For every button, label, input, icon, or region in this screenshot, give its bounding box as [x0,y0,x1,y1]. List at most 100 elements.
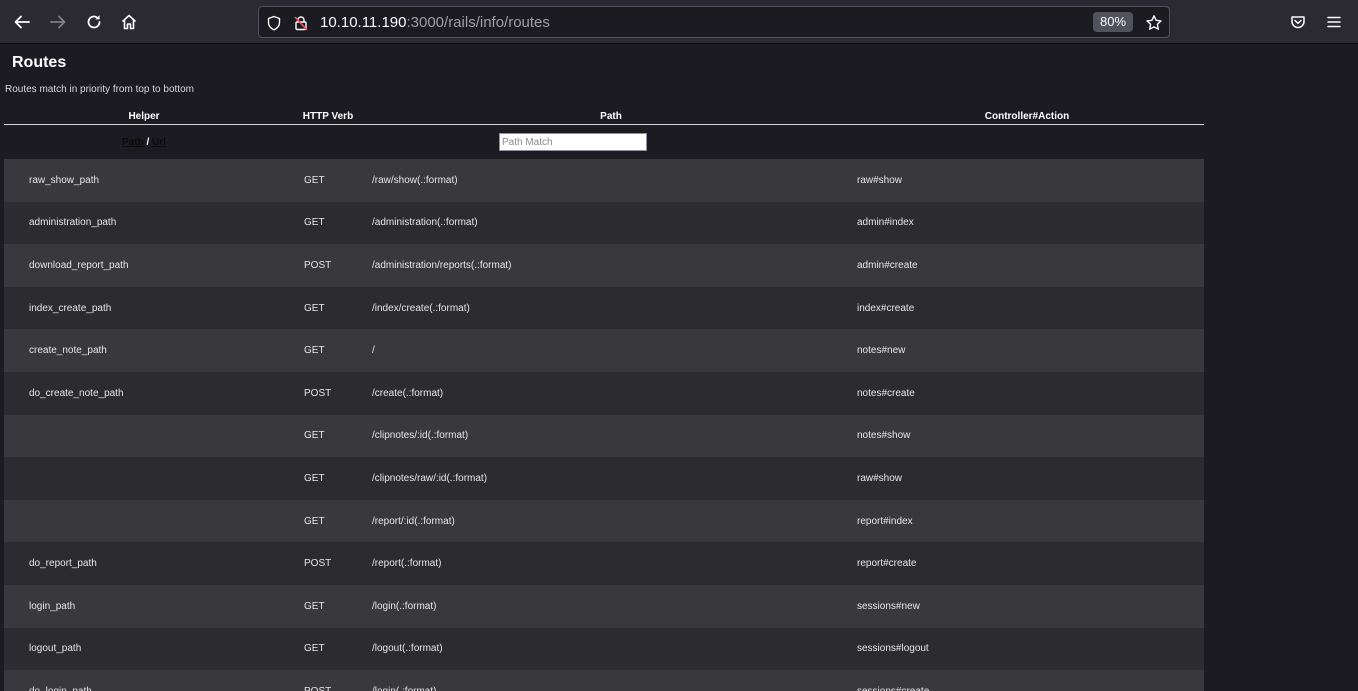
site-security-button[interactable] [292,14,310,32]
header-helper: Helper [4,108,284,125]
header-path: Path [372,108,850,125]
forward-arrow-icon [50,15,66,29]
url-text[interactable]: 10.10.11.190:3000/rails/info/routes [320,14,550,31]
table-row: do_report_path POST/report(.:format) repor… [4,542,1204,585]
home-button[interactable] [115,8,143,36]
route-controller-action: admin#create [857,259,918,271]
route-http-verb: GET [304,430,325,442]
route-helper [4,415,284,458]
route-http-verb: GET [304,217,325,229]
url-path: :3000/rails/info/routes [406,14,550,31]
route-controller-action: sessions#new [857,600,920,612]
route-path: /login(.:format) [372,670,850,691]
helper-format-toggle: Path / Url [4,125,284,160]
filter-row: Path / Url [4,125,1204,160]
header-http-verb: HTTP Verb [284,108,372,125]
route-http-verb: GET [304,174,325,186]
reload-button[interactable] [80,8,108,36]
table-row: raw_show_path GET/raw/show(.:format) raw#s… [4,159,1204,202]
route-controller-action: notes#show [857,430,911,442]
route-helper: do_report_path [29,558,97,570]
route-helper: download_report_path [29,259,129,271]
route-path: /clipnotes/:id(.:format) [372,430,469,442]
route-path: /login(.:format) [372,600,437,612]
route-http-verb: GET [304,600,325,612]
app-menu-button[interactable] [1320,8,1348,36]
table-row: create_note_path GET / notes#new [4,329,1204,372]
route-controller-action: raw#show [857,174,903,186]
route-http-verb: GET [304,345,325,357]
table-row: do_login_pathPOST/login(.:format)session… [4,670,1204,691]
route-path: /clipnotes/raw/:id(.:format) [372,472,488,484]
route-controller-action: report#create [857,558,917,570]
table-row: login_path GET/login(.:format) sessions#ne… [4,584,1204,628]
route-helper: login_path [29,600,76,612]
tracking-protection-button[interactable] [265,14,283,32]
table-row: administration_path GET/administration(.:… [4,201,1204,245]
route-http-verb: POST [304,558,332,570]
route-controller-action: notes#new [857,345,906,357]
routes-table: Helper HTTP Verb Path Controller#Action … [4,108,1204,691]
route-http-verb: POST [304,259,332,271]
address-bar[interactable]: 10.10.11.190:3000/rails/info/routes 80% [258,6,1170,38]
browser-toolbar: 10.10.11.190:3000/rails/info/routes 80% [0,0,1358,44]
table-row: logout_path GET/logout(.:format) sessions#… [4,627,1204,671]
path-helper-link[interactable]: Path [122,137,144,148]
route-path: /report(.:format) [372,558,442,570]
route-controller-action: notes#create [857,387,915,399]
route-controller-action: sessions#create [850,670,1204,691]
insecure-lock-icon [294,16,308,31]
helper-separator: / [143,136,153,148]
route-http-verb: GET [304,302,325,314]
route-helper: do_login_path [4,670,284,691]
star-icon [1146,15,1162,30]
route-controller-action: admin#index [857,217,914,229]
route-path: /report/:id(.:format) [372,515,455,527]
route-helper: administration_path [29,217,117,229]
route-rows: raw_show_path GET/raw/show(.:format) raw#s… [4,159,1204,691]
forward-button[interactable] [44,8,72,36]
route-helper [4,457,284,500]
home-icon [121,14,137,30]
zoom-level-button[interactable]: 80% [1093,12,1133,32]
route-helper: logout_path [29,643,82,655]
route-path: /administration/reports(.:format) [372,259,512,271]
route-http-verb: POST [284,670,372,691]
route-path: /index/create(.:format) [372,302,470,314]
page-viewport: Routes Routes match in priority from top… [0,44,1358,691]
route-http-verb: GET [304,643,325,655]
route-path: /logout(.:format) [372,643,443,655]
url-helper-link[interactable]: Url [152,137,166,148]
url-host: 10.10.11.190 [320,14,407,31]
page-title: Routes [12,54,67,71]
table-row: GET/clipnotes/raw/:id(.:format) raw#show [4,457,1204,500]
route-path: /create(.:format) [372,387,444,399]
table-header-row: Helper HTTP Verb Path Controller#Action [4,108,1204,125]
route-helper: create_note_path [29,345,107,357]
table-row: download_report_path POST/administration/… [4,244,1204,287]
route-path: / [372,345,375,357]
shield-icon [267,15,281,31]
back-arrow-icon [14,15,30,29]
route-helper: do_create_note_path [29,387,124,399]
route-controller-action: sessions#logout [857,643,929,655]
route-path: /administration(.:format) [372,217,478,229]
route-controller-action: index#create [857,302,915,314]
back-button[interactable] [8,8,36,36]
table-row: do_create_note_path POST/create(.:format)… [4,371,1204,415]
table-row: GET/clipnotes/:id(.:format) notes#show [4,414,1204,458]
route-controller-action: raw#show [857,472,903,484]
reload-icon [87,15,101,29]
route-helper: index_create_path [29,302,112,314]
path-match-input[interactable] [499,133,647,151]
route-helper [4,500,284,543]
table-row: GET/report/:id(.:format) report#index [4,499,1204,543]
hamburger-menu-icon [1327,16,1341,28]
pocket-button[interactable] [1284,8,1312,36]
route-http-verb: POST [304,387,332,399]
route-path: /raw/show(.:format) [372,174,458,186]
bookmark-button[interactable] [1145,14,1163,32]
page-description: Routes match in priority from top to bot… [5,84,194,95]
route-controller-action: report#index [857,515,913,527]
route-http-verb: GET [304,515,325,527]
